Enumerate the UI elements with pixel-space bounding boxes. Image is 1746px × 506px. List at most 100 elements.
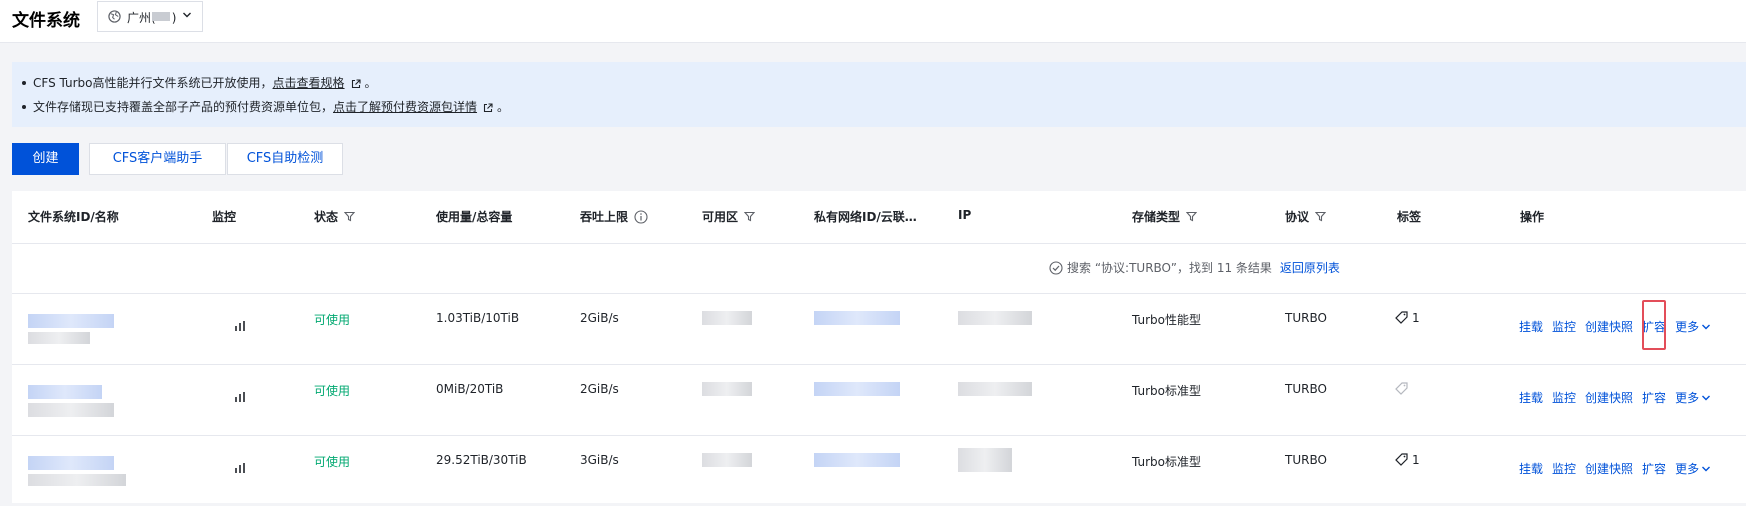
table-row: 可使用 1.03TiB/10TiB 2GiB/s Turbo性能型 TURBO … [12,294,1746,365]
col-vpc: 私有网络ID/云联… [814,210,917,224]
chevron-down-icon [1702,324,1711,329]
col-actions: 操作 [1520,210,1545,224]
snapshot-action[interactable]: 创建快照 [1585,391,1633,405]
highlight-box [1642,300,1666,350]
throughput-text: 2GiB/s [580,311,619,325]
bullet-dot [22,104,26,109]
info-icon[interactable] [634,209,648,224]
filter-icon[interactable] [743,211,756,222]
notice-line: 文件存储现已支持覆盖全部子产品的预付费资源单位包，点击了解预付费资源包详情。 [22,98,509,115]
usage-text: 0MiB/20TiB [436,382,504,396]
ip-text [958,382,1032,396]
external-link-icon[interactable] [483,102,493,113]
top-bar: 文件系统 广州() [0,0,1746,43]
usage-text: 29.52TiB/30TiB [436,453,527,467]
tag-cell[interactable] [1395,382,1412,396]
bar-chart-icon[interactable] [234,320,246,332]
col-throughput: 吞吐上限 [580,208,648,225]
check-circle-icon [1049,260,1063,275]
status-text: 可使用 [314,455,351,469]
view-spec-link[interactable]: 点击查看规格 [273,76,345,90]
vpc-link[interactable] [814,311,900,325]
bullet-dot [22,80,26,85]
tag-icon [1395,311,1408,324]
more-action[interactable]: 更多 [1675,391,1711,405]
notice-banner: CFS Turbo高性能并行文件系统已开放使用，点击查看规格。 文件存储现已支持… [12,62,1746,127]
region-selector[interactable]: 广州() [97,1,203,32]
storage-type-text: Turbo标准型 [1132,384,1202,398]
col-id-name: 文件系统ID/名称 [28,210,119,224]
status-text: 可使用 [314,313,351,327]
ip-text [958,448,1012,472]
row-actions: 挂载 监控 创建快照 扩容 更多 [1519,389,1711,406]
prepaid-package-link[interactable]: 点击了解预付费资源包详情 [333,100,477,114]
external-link-icon[interactable] [351,78,361,89]
filesystem-name [28,332,90,344]
more-action[interactable]: 更多 [1675,462,1711,476]
status-text: 可使用 [314,384,351,398]
row-actions: 挂载 监控 创建快照 扩容 更多 [1519,460,1711,477]
filesystem-id-link[interactable] [28,314,114,328]
filter-icon[interactable] [1314,211,1327,222]
tag-icon [1395,453,1408,466]
table-header: 文件系统ID/名称 监控 状态 使用量/总容量 吞吐上限 可用区 私有网络ID/… [12,191,1746,244]
notice-line: CFS Turbo高性能并行文件系统已开放使用，点击查看规格。 [22,74,377,91]
create-button[interactable]: 创建 [12,143,79,175]
table-row: 可使用 0MiB/20TiB 2GiB/s Turbo标准型 TURBO 挂载监… [12,365,1746,436]
filter-icon[interactable] [1185,211,1198,222]
vpc-link[interactable] [814,453,900,467]
storage-type-text: Turbo性能型 [1132,313,1202,327]
throughput-text: 2GiB/s [580,382,619,396]
filesystem-id-link[interactable] [28,456,114,470]
protocol-text: TURBO [1285,311,1327,325]
col-zone[interactable]: 可用区 [702,208,756,225]
row-actions: 挂载 监控 创建快照 扩容 更多 [1519,318,1711,335]
page-title: 文件系统 [12,11,80,31]
mount-action[interactable]: 挂载 [1519,462,1543,476]
bar-chart-icon[interactable] [234,391,246,403]
self-check-button[interactable]: CFS自助检测 [227,143,343,175]
mount-action[interactable]: 挂载 [1519,391,1543,405]
chevron-down-icon [1702,466,1711,471]
protocol-text: TURBO [1285,453,1327,467]
snapshot-action[interactable]: 创建快照 [1585,320,1633,334]
client-helper-button[interactable]: CFS客户端助手 [89,143,226,175]
protocol-text: TURBO [1285,382,1327,396]
search-result-row: 搜索 “协议:TURBO”，找到 11 条结果 返回原列表 [12,243,1746,294]
tag-cell[interactable]: 1 [1395,311,1420,325]
monitor-action[interactable]: 监控 [1552,391,1576,405]
region-blur [152,12,170,21]
zone-text [702,311,752,325]
zone-text [702,453,752,467]
filter-icon[interactable] [343,211,356,222]
more-action[interactable]: 更多 [1675,320,1711,334]
vpc-link[interactable] [814,382,900,396]
table-row: 可使用 29.52TiB/30TiB 3GiB/s Turbo标准型 TURBO… [12,436,1746,506]
filesystem-id-link[interactable] [28,385,102,399]
storage-type-text: Turbo标准型 [1132,455,1202,469]
filesystem-name [28,403,114,417]
expand-action[interactable]: 扩容 [1642,462,1666,476]
bar-chart-icon[interactable] [234,462,246,474]
throughput-text: 3GiB/s [580,453,619,467]
snapshot-action[interactable]: 创建快照 [1585,462,1633,476]
chevron-down-icon [1702,395,1711,400]
chevron-down-icon [183,12,191,18]
mount-action[interactable]: 挂载 [1519,320,1543,334]
col-ip: IP [958,208,972,222]
col-status[interactable]: 状态 [314,208,356,225]
ip-text [958,311,1032,325]
filesystem-name [28,474,126,486]
col-usage: 使用量/总容量 [436,210,513,224]
col-storage-type[interactable]: 存储类型 [1132,208,1198,225]
back-to-list-link[interactable]: 返回原列表 [1280,261,1340,275]
search-result-info: 搜索 “协议:TURBO”，找到 11 条结果 返回原列表 [1049,259,1340,276]
tag-icon [1395,382,1408,395]
monitor-action[interactable]: 监控 [1552,320,1576,334]
col-monitor: 监控 [212,210,237,224]
tag-cell[interactable]: 1 [1395,453,1420,467]
expand-action[interactable]: 扩容 [1642,391,1666,405]
col-protocol[interactable]: 协议 [1285,208,1327,225]
monitor-action[interactable]: 监控 [1552,462,1576,476]
zone-text [702,382,752,396]
